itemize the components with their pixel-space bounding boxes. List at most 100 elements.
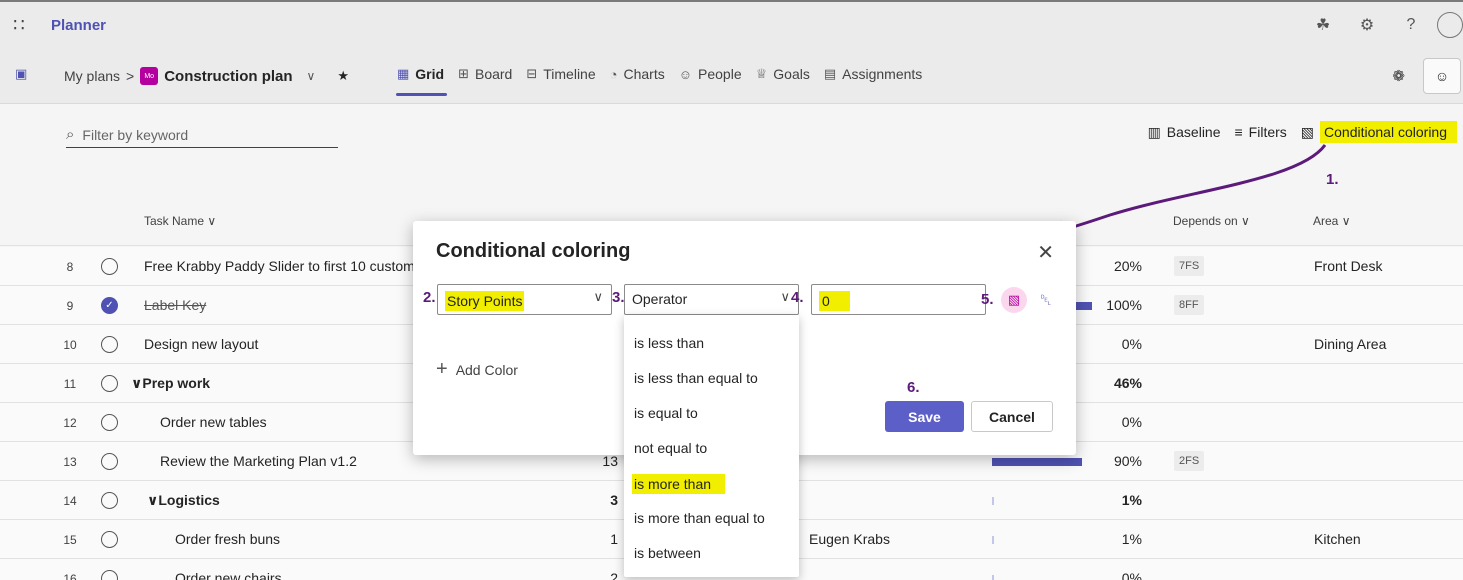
assignee[interactable]: Eugen Krabs: [809, 531, 890, 547]
breadcrumb-separator: >: [126, 68, 135, 84]
close-icon[interactable]: ✕: [1037, 240, 1054, 265]
complete-task-checkbox[interactable]: [101, 570, 118, 580]
operator-option[interactable]: is less than equal to: [634, 370, 758, 386]
tab-people[interactable]: ☺ People: [678, 48, 755, 100]
tab-charts[interactable]: ◔ Charts: [609, 48, 678, 100]
sidebar-toggle-icon[interactable]: ▣: [15, 66, 27, 82]
share-icon[interactable]: ☘: [1301, 15, 1345, 35]
row-number: 16: [63, 572, 77, 580]
operator-option[interactable]: is more than equal to: [634, 510, 765, 526]
percent-complete: 46%: [1113, 375, 1142, 391]
task-name[interactable]: Label Key: [144, 297, 206, 313]
filter-placeholder: Filter by keyword: [82, 126, 189, 143]
annotation-step-6: 6.: [907, 379, 920, 396]
task-name[interactable]: Review the Marketing Plan v1.2: [160, 453, 357, 469]
area-value[interactable]: Kitchen: [1314, 531, 1361, 547]
row-number: 15: [63, 533, 77, 547]
value-input[interactable]: 0: [811, 284, 986, 315]
save-button[interactable]: Save: [885, 401, 964, 432]
color-picker-button[interactable]: ▧: [1001, 287, 1027, 313]
task-name[interactable]: ∨Logistics: [147, 492, 220, 509]
column-header-area[interactable]: Area ∨: [1313, 214, 1350, 228]
operator-option[interactable]: not equal to: [634, 440, 707, 456]
task-name[interactable]: Order new chairs: [175, 570, 282, 580]
add-color-button[interactable]: + Add Color: [436, 358, 518, 381]
column-header-depends-on[interactable]: Depends on ∨: [1173, 214, 1250, 228]
area-value[interactable]: Front Desk: [1314, 258, 1382, 274]
row-number: 11: [63, 377, 77, 391]
operator-placeholder: Operator: [632, 291, 688, 307]
add-person-icon: ☺: [1434, 68, 1450, 84]
app-launcher-icon[interactable]: ∷: [0, 15, 38, 36]
copilot-icon[interactable]: ❁: [1392, 67, 1405, 85]
chevron-down-icon[interactable]: ∨: [147, 492, 158, 508]
task-name[interactable]: Order fresh buns: [175, 531, 280, 547]
add-member-button[interactable]: ☺: [1423, 58, 1461, 94]
complete-task-checkbox[interactable]: [101, 414, 118, 431]
field-select[interactable]: Story Points ∨: [437, 284, 612, 315]
filter-keyword-input[interactable]: ⌕ Filter by keyword: [66, 122, 338, 148]
tab-grid[interactable]: ▦ Grid: [396, 48, 457, 100]
tab-board[interactable]: ⊞ Board: [457, 48, 525, 100]
delete-rule-button[interactable]: ␡: [1033, 287, 1059, 313]
row-number: 9: [66, 299, 74, 313]
percent-complete: 0%: [1121, 414, 1142, 430]
column-header-task-name[interactable]: Task Name ∨: [144, 214, 216, 228]
annotation-step-4: 4.: [791, 289, 804, 306]
task-name[interactable]: Order new tables: [160, 414, 267, 430]
complete-task-checkbox[interactable]: [101, 453, 118, 470]
tab-goals[interactable]: ♕ Goals: [755, 48, 823, 100]
task-name[interactable]: ∨Prep work: [131, 375, 210, 392]
cancel-button[interactable]: Cancel: [971, 401, 1053, 432]
complete-task-checkbox[interactable]: [101, 258, 118, 275]
completed-check-icon[interactable]: ✓: [101, 297, 118, 314]
dependency-badge[interactable]: 2FS: [1174, 451, 1205, 471]
tab-assignments[interactable]: ▤ Assignments: [823, 48, 935, 100]
baseline-button[interactable]: ▥ Baseline: [1148, 124, 1221, 141]
operator-select[interactable]: Operator ∨: [624, 284, 799, 315]
plan-nav-bar: ▣ My plans > Mo Construction plan ∨ ★ ▦ G…: [0, 48, 1463, 104]
paint-bucket-icon: ▧: [1007, 292, 1021, 307]
charts-icon: ◔: [609, 66, 618, 82]
trash-icon: ␡: [1039, 291, 1052, 309]
paint-icon: ▧: [1300, 123, 1315, 140]
plus-icon: +: [436, 358, 448, 380]
complete-task-checkbox[interactable]: [101, 492, 118, 509]
chevron-down-icon: ∨: [593, 289, 603, 304]
filters-button[interactable]: ≡ Filters: [1235, 124, 1287, 140]
pin-icon[interactable]: ★: [337, 68, 349, 84]
complete-task-checkbox[interactable]: [101, 375, 118, 392]
dialog-title: Conditional coloring: [436, 240, 631, 262]
operator-option[interactable]: is less than: [634, 335, 704, 351]
tab-timeline[interactable]: ⊟ Timeline: [525, 48, 608, 100]
task-name[interactable]: Free Krabby Paddy Slider to first 10 cus…: [144, 258, 427, 274]
chevron-down-icon[interactable]: ∨: [131, 375, 142, 391]
board-icon: ⊞: [458, 66, 469, 81]
breadcrumb-my-plans[interactable]: My plans: [64, 68, 120, 84]
progress-bar: [992, 497, 994, 505]
complete-task-checkbox[interactable]: [101, 336, 118, 353]
help-icon[interactable]: ?: [1389, 16, 1433, 34]
operator-option[interactable]: is equal to: [634, 405, 698, 421]
dependency-badge[interactable]: 8FF: [1174, 295, 1204, 315]
percent-complete: 1%: [1121, 492, 1142, 508]
settings-icon[interactable]: ⚙: [1345, 15, 1389, 35]
area-value[interactable]: Dining Area: [1314, 336, 1386, 352]
dependency-badge[interactable]: 7FS: [1174, 256, 1205, 276]
operator-option[interactable]: is between: [634, 545, 701, 561]
filter-icon: ≡: [1234, 124, 1243, 140]
progress-bar: [992, 536, 994, 544]
percent-complete: 90%: [1113, 453, 1142, 469]
plan-name[interactable]: Construction plan: [164, 68, 292, 85]
goals-icon: ♕: [755, 66, 768, 81]
baseline-icon: ▥: [1147, 123, 1161, 140]
operator-option-selected[interactable]: is more than: [632, 474, 726, 494]
task-name[interactable]: Design new layout: [144, 336, 258, 352]
percent-complete: 100%: [1106, 297, 1142, 313]
annotation-step-5: 5.: [981, 291, 994, 308]
chevron-down-icon[interactable]: ∨: [307, 69, 316, 83]
complete-task-checkbox[interactable]: [101, 531, 118, 548]
avatar[interactable]: [1437, 12, 1463, 38]
top-right-icons: ☘ ⚙ ?: [1301, 2, 1463, 48]
app-title[interactable]: Planner: [51, 17, 106, 34]
